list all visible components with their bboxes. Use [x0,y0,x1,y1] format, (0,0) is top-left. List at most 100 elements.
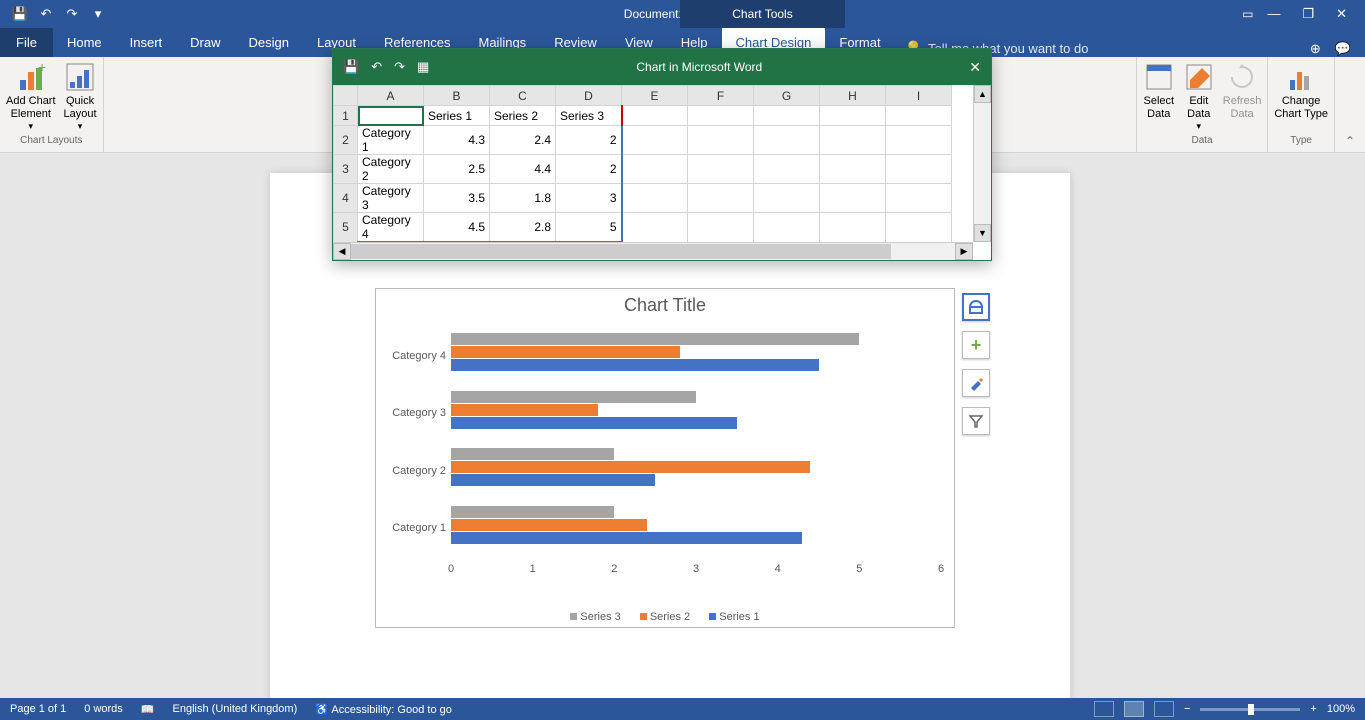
share-icon[interactable]: ⊕ [1310,41,1335,57]
chart-object[interactable]: Chart Title Category 4Category 3Category… [375,288,955,628]
collapse-ribbon-icon[interactable]: ⌃ [1335,130,1365,152]
close-button[interactable]: ✕ [1336,6,1347,22]
comments-icon[interactable]: 💬 [1335,41,1365,57]
zoom-out-button[interactable]: − [1184,703,1190,715]
maximize-button[interactable]: ❐ [1302,6,1314,22]
cell-G5[interactable] [754,213,820,243]
cell-H2[interactable] [820,126,886,155]
cell-E2[interactable] [622,126,688,155]
bar-Category2-Series3[interactable] [451,448,614,460]
cell-D3[interactable]: 2 [556,155,622,184]
cell-I5[interactable] [886,213,952,243]
page-indicator[interactable]: Page 1 of 1 [10,703,66,715]
excel-redo-icon[interactable]: ↷ [394,59,405,75]
scroll-thumb[interactable] [351,244,891,259]
cell-B2[interactable]: 4.3 [424,126,490,155]
scroll-right-button[interactable]: ▶ [955,243,973,260]
cell-D2[interactable]: 2 [556,126,622,155]
col-header-H[interactable]: H [820,86,886,106]
row-header-3[interactable]: 3 [334,155,358,184]
col-header-G[interactable]: G [754,86,820,106]
sheet-grid[interactable]: ABCDEFGHI1Series 1Series 2Series 32Categ… [333,85,952,242]
chart-legend[interactable]: Series 3 Series 2 Series 1 [376,611,954,623]
vertical-scrollbar[interactable]: ▲ ▼ [973,85,991,242]
cell-I3[interactable] [886,155,952,184]
cell-G2[interactable] [754,126,820,155]
row-header-4[interactable]: 4 [334,184,358,213]
accessibility-indicator[interactable]: ♿ Accessibility: Good to go [315,703,452,716]
cell-E5[interactable] [622,213,688,243]
excel-chart-icon[interactable]: ▦ [417,59,429,75]
tab-file[interactable]: File [0,28,53,57]
cell-D5[interactable]: 5 [556,213,622,243]
cell-C5[interactable]: 2.8 [490,213,556,243]
read-mode-button[interactable] [1094,701,1114,717]
scroll-left-button[interactable]: ◀ [333,243,351,260]
language-indicator[interactable]: English (United Kingdom) [173,703,298,715]
cell-D1[interactable]: Series 3 [556,106,622,126]
refresh-data-button[interactable]: Refresh Data [1223,61,1262,121]
cell-H4[interactable] [820,184,886,213]
col-header-F[interactable]: F [688,86,754,106]
qat-customize-icon[interactable]: ▾ [90,6,106,22]
bar-Category4-Series3[interactable] [451,333,859,345]
bar-Category1-Series3[interactable] [451,506,614,518]
cell-A4[interactable]: Category 3 [358,184,424,213]
bar-Category3-Series2[interactable] [451,404,598,416]
row-header-5[interactable]: 5 [334,213,358,243]
cell-C2[interactable]: 2.4 [490,126,556,155]
cell-G3[interactable] [754,155,820,184]
col-header-D[interactable]: D [556,86,622,106]
cell-H3[interactable] [820,155,886,184]
cell-H5[interactable] [820,213,886,243]
horizontal-scrollbar[interactable]: ◀ ▶ [333,242,973,260]
cell-D4[interactable]: 3 [556,184,622,213]
chart-styles-button[interactable] [962,369,990,397]
col-header-C[interactable]: C [490,86,556,106]
col-header-A[interactable]: A [358,86,424,106]
cell-I2[interactable] [886,126,952,155]
excel-close-button[interactable]: ✕ [969,59,981,76]
bar-Category3-Series3[interactable] [451,391,696,403]
layout-options-button[interactable] [962,293,990,321]
chart-title[interactable]: Chart Title [376,289,954,322]
select-data-button[interactable]: Select Data [1143,61,1175,121]
cell-A2[interactable]: Category 1 [358,126,424,155]
word-count[interactable]: 0 words [84,703,123,715]
undo-icon[interactable]: ↶ [38,6,54,22]
cell-F3[interactable] [688,155,754,184]
spreadsheet[interactable]: ABCDEFGHI1Series 1Series 2Series 32Categ… [333,85,973,242]
cell-H1[interactable] [820,106,886,126]
change-chart-type-button[interactable]: Change Chart Type [1274,61,1328,121]
cell-B4[interactable]: 3.5 [424,184,490,213]
cell-C3[interactable]: 4.4 [490,155,556,184]
web-layout-button[interactable] [1154,701,1174,717]
minimize-button[interactable]: — [1267,6,1280,22]
scroll-up-button[interactable]: ▲ [974,85,991,103]
zoom-in-button[interactable]: + [1310,703,1316,715]
zoom-slider[interactable] [1200,708,1300,711]
chart-filters-button[interactable] [962,407,990,435]
ribbon-display-icon[interactable]: ▭ [1242,7,1253,21]
cell-F2[interactable] [688,126,754,155]
cell-E4[interactable] [622,184,688,213]
spell-check-icon[interactable]: 📖 [141,703,155,716]
edit-data-button[interactable]: Edit Data [1183,61,1215,132]
tab-home[interactable]: Home [53,28,116,57]
excel-undo-icon[interactable]: ↶ [371,59,382,75]
bar-Category2-Series2[interactable] [451,461,810,473]
bar-Category3-Series1[interactable] [451,417,737,429]
col-header-E[interactable]: E [622,86,688,106]
cell-B1[interactable]: Series 1 [424,106,490,126]
scroll-down-button[interactable]: ▼ [974,224,991,242]
add-chart-element-button[interactable]: + Add Chart Element [6,61,56,132]
cell-C4[interactable]: 1.8 [490,184,556,213]
excel-save-icon[interactable]: 💾 [343,59,359,75]
redo-icon[interactable]: ↷ [64,6,80,22]
bar-Category1-Series2[interactable] [451,519,647,531]
zoom-level[interactable]: 100% [1327,703,1355,715]
cell-F1[interactable] [688,106,754,126]
row-header-1[interactable]: 1 [334,106,358,126]
cell-G4[interactable] [754,184,820,213]
print-layout-button[interactable] [1124,701,1144,717]
